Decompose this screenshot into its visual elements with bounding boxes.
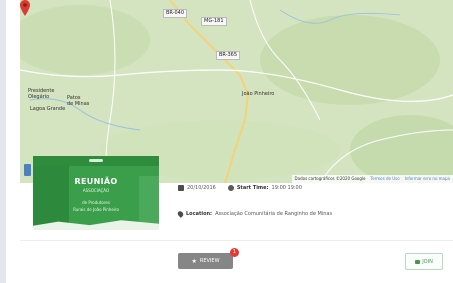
start-time-label: Start Time: bbox=[236, 185, 269, 191]
star-icon: ★ bbox=[191, 257, 197, 265]
map-data-credit: Dados cartográficos ©2020 Google bbox=[294, 176, 366, 181]
calendar-icon bbox=[178, 185, 184, 191]
map-handle-icon[interactable] bbox=[24, 164, 31, 176]
terms-link[interactable]: Termos de Uso bbox=[370, 175, 399, 183]
road-label: BR-040 bbox=[163, 9, 188, 18]
event-cover-image: REUNIÃO ASSOCIAÇÃO de Produtores Rurais … bbox=[33, 156, 159, 230]
place-label: João Pinheiro bbox=[242, 91, 275, 97]
report-error-link[interactable]: Informar erro no mapa bbox=[405, 175, 450, 183]
divider bbox=[20, 240, 453, 241]
event-card-subtitle: ASSOCIAÇÃO bbox=[82, 188, 110, 193]
location-pin-icon[interactable] bbox=[20, 0, 30, 16]
location-label: Location: bbox=[186, 211, 213, 217]
start-time-value: 19:00 19:00 bbox=[271, 185, 302, 191]
review-count-badge: 1 bbox=[230, 248, 239, 257]
event-card-subtitle: Rurais de João Pinheiro bbox=[73, 207, 119, 212]
ticket-icon bbox=[415, 259, 421, 264]
map-attribution: Dados cartográficos ©2020 Google Termos … bbox=[291, 175, 453, 183]
review-button-label: REVIEW bbox=[199, 258, 220, 264]
clock-icon bbox=[227, 185, 234, 191]
event-date: 20/10/2016 bbox=[187, 185, 216, 191]
road-label: MG-181 bbox=[201, 17, 227, 26]
road-label: BR-365 bbox=[216, 51, 241, 60]
event-card-subtitle: de Produtores bbox=[82, 200, 110, 205]
place-label: Presidente Olegário bbox=[28, 88, 55, 100]
location-icon bbox=[176, 210, 185, 218]
event-location-row: Location: Associação Comunitária de Rang… bbox=[176, 210, 333, 218]
review-button[interactable]: ★ REVIEW bbox=[178, 253, 233, 269]
left-edge-strip bbox=[0, 0, 6, 283]
location-value: Associação Comunitária de Ranginho de Mi… bbox=[215, 211, 333, 217]
join-button[interactable]: JOIN bbox=[405, 253, 443, 270]
join-button-label: JOIN bbox=[422, 258, 433, 265]
event-card-title: REUNIÃO bbox=[74, 177, 118, 186]
place-label: Lagoa Grande bbox=[30, 106, 66, 112]
place-label: Patos de Minas bbox=[67, 95, 90, 107]
event-date-row: 20/10/2016 Start Time: 19:00 19:00 bbox=[178, 185, 302, 191]
